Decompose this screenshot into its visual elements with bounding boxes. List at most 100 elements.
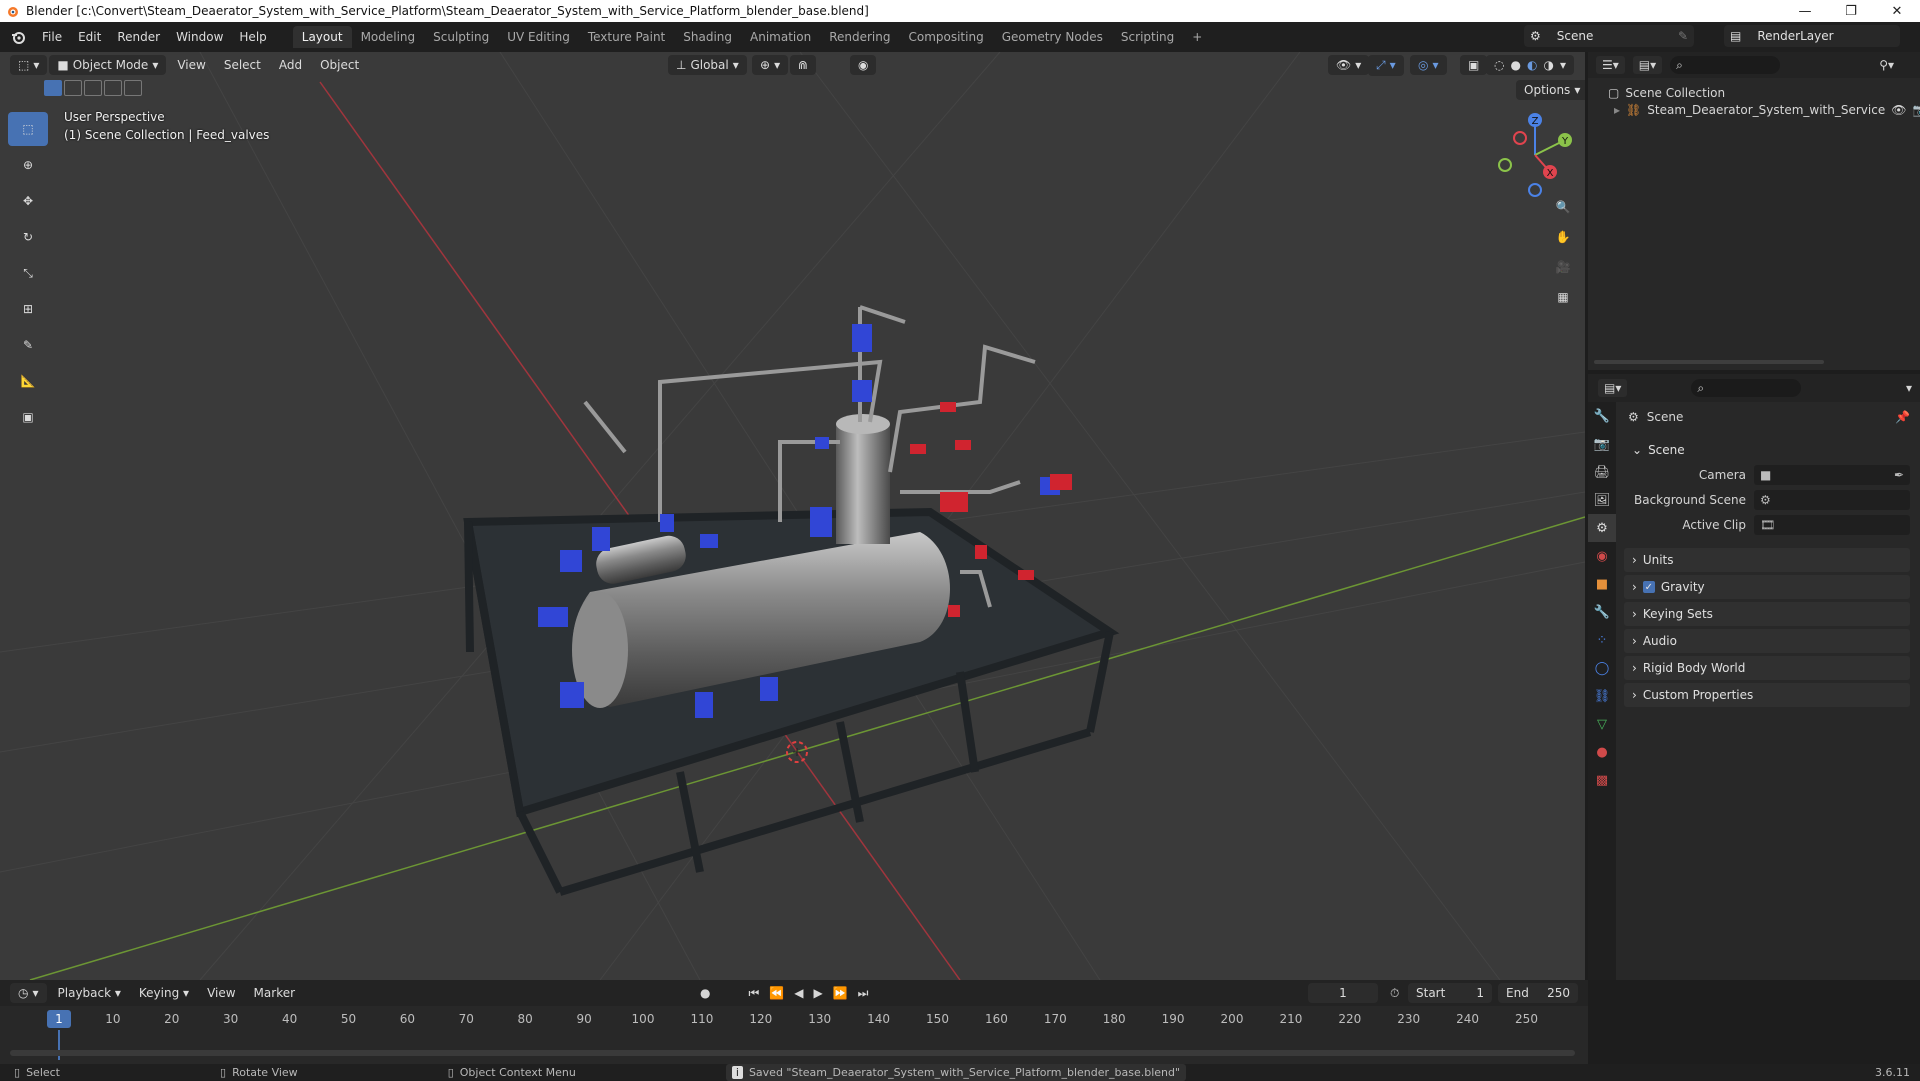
playhead-frame-indicator[interactable]: 1 [47,1010,71,1028]
xray-toggle[interactable]: ▣ [1460,55,1488,75]
viewport-menu-view[interactable]: View [168,58,214,72]
timeline-scrollbar[interactable] [10,1050,1575,1056]
tab-shading[interactable]: Shading [674,26,741,48]
keying-sets-panel[interactable]: › Keying Sets [1624,602,1910,626]
select-box-tool[interactable]: ⬚ [8,112,48,146]
end-frame-field[interactable]: End 250 [1498,983,1578,1003]
camera-view-button[interactable]: 🎥 [1550,254,1576,280]
background-scene-field[interactable]: ⚙ [1754,490,1910,510]
viewport-menu-object[interactable]: Object [311,58,368,72]
select-intersect-icon[interactable] [124,80,142,96]
material-shading-icon[interactable]: ◐ [1527,58,1537,72]
snap-button[interactable]: ⋒ [790,55,817,75]
transform-tool[interactable]: ⊞ [8,292,48,326]
minimize-button[interactable]: — [1782,0,1828,22]
close-button[interactable]: ✕ [1874,0,1920,22]
timeline-menu-keying[interactable]: Keying ▾ [130,986,198,1000]
object-tab-icon[interactable]: ■ [1588,570,1616,598]
view-layer-tab-icon[interactable]: 🖼 [1588,486,1616,514]
texture-tab-icon[interactable]: ▩ [1588,766,1616,794]
zoom-button[interactable]: 🔍 [1550,194,1576,220]
world-tab-icon[interactable]: ◉ [1588,542,1616,570]
outliner-editor-type-button[interactable]: ☰▾ [1596,56,1625,74]
measure-tool[interactable]: 📐 [8,364,48,398]
object-mode-dropdown[interactable]: ■ Object Mode ▾ [49,55,167,75]
gravity-checkbox[interactable]: ✓ [1642,581,1655,593]
add-workspace-button[interactable]: + [1183,26,1211,48]
solid-shading-icon[interactable]: ● [1510,58,1520,72]
modifier-tab-icon[interactable]: 🔧 [1588,598,1616,626]
select-extend-icon[interactable] [64,80,82,96]
camera-render-icon[interactable]: 📷 [1912,103,1920,117]
outliner-search-input[interactable]: ⌕ [1670,56,1781,74]
eyedropper-icon[interactable]: ✒ [1894,468,1904,482]
transform-orientation-dropdown[interactable]: ⊥ Global ▾ [668,55,747,75]
proportional-edit-button[interactable]: ◉ [850,55,877,75]
timeline-ruler[interactable]: 1 10 20 30 40 50 60 70 80 90 100 110 120 130 140 150 16… [0,1010,1588,1030]
wireframe-shading-icon[interactable]: ◌ [1494,58,1504,72]
pin-icon[interactable]: 📌 [1895,410,1910,424]
camera-field[interactable]: ■ ✒ [1754,465,1910,485]
navigation-gizmo[interactable]: Z Y X [1490,110,1580,200]
outliner-scrollbar[interactable] [1594,360,1824,364]
next-keyframe-icon[interactable]: ⏩ [833,986,848,1000]
current-frame-field[interactable]: 1 [1308,983,1378,1003]
menu-render[interactable]: Render [109,30,168,44]
move-tool[interactable]: ✥ [8,184,48,218]
audio-panel[interactable]: › Audio [1624,629,1910,653]
record-icon[interactable]: ● [700,986,710,1000]
menu-file[interactable]: File [34,30,70,44]
outliner-row-scene-collection[interactable]: ▢ Scene Collection [1608,86,1725,100]
physics-tab-icon[interactable]: ◯ [1588,654,1616,682]
timeline-editor-type-button[interactable]: ◷ ▾ [10,983,47,1003]
select-invert-icon[interactable] [104,80,122,96]
select-new-icon[interactable] [44,80,62,96]
shading-modes[interactable]: ◌ ● ◐ ◑ ▾ [1486,55,1574,75]
tab-animation[interactable]: Animation [741,26,820,48]
start-frame-field[interactable]: Start 1 [1408,983,1492,1003]
output-tab-icon[interactable]: 🖨 [1588,458,1616,486]
timeline-menu-marker[interactable]: Marker [245,986,304,1000]
properties-editor-type-button[interactable]: ▤▾ [1598,379,1628,397]
timeline-menu-view[interactable]: View [198,986,244,1000]
3d-viewport[interactable]: ⬚ ▾ ■ Object Mode ▾ View Select Add Object … [0,52,1585,980]
viewport-menu-add[interactable]: Add [270,58,311,72]
particles-tab-icon[interactable]: ⁘ [1588,626,1616,654]
jump-start-icon[interactable]: ⏮ [748,986,759,1001]
tab-uv-editing[interactable]: UV Editing [498,26,579,48]
rigid-body-world-panel[interactable]: › Rigid Body World [1624,656,1910,680]
tab-modeling[interactable]: Modeling [352,26,425,48]
properties-search-input[interactable]: ⌕ [1691,379,1802,397]
menu-window[interactable]: Window [168,30,231,44]
rotate-tool[interactable]: ↻ [8,220,48,254]
scene-section-header[interactable]: ⌄ Scene [1624,438,1910,462]
viewport-menu-select[interactable]: Select [215,58,270,72]
tab-geometry-nodes[interactable]: Geometry Nodes [993,26,1112,48]
constraints-tab-icon[interactable]: ⛓ [1588,682,1616,710]
play-icon[interactable]: ▶ [813,986,822,1000]
timeline-menu-playback[interactable]: Playback ▾ [49,986,130,1000]
add-cube-tool[interactable]: ▣ [8,400,48,434]
tab-layout[interactable]: Layout [292,26,352,48]
expand-arrow-icon[interactable]: ▸ [1614,103,1620,117]
scene-selector[interactable]: ⚙ Scene ✎ [1524,25,1694,47]
jump-end-icon[interactable]: ⏭ [858,986,869,1001]
select-subtract-icon[interactable] [84,80,102,96]
display-mode-button[interactable]: ▤▾ [1632,56,1663,74]
pan-button[interactable]: ✋ [1550,224,1576,250]
menu-edit[interactable]: Edit [70,30,109,44]
tab-scripting[interactable]: Scripting [1112,26,1183,48]
outliner-row-object[interactable]: ▸ ⛓ Steam_Deaerator_System_with_Service … [1614,103,1920,117]
play-reverse-icon[interactable]: ◀ [794,986,803,1000]
units-panel[interactable]: › Units [1624,548,1910,572]
data-tab-icon[interactable]: ▽ [1588,710,1616,738]
prev-keyframe-icon[interactable]: ⏪ [769,986,784,1000]
annotate-tool[interactable]: ✎ [8,328,48,362]
render-tab-icon[interactable]: 📷 [1588,430,1616,458]
scene-pin-icon[interactable]: ✎ [1678,29,1688,43]
overlay-toggle[interactable]: ◎ ▾ [1410,55,1447,75]
options-dropdown[interactable]: Options ▾ [1516,80,1585,100]
renderlayer-selector[interactable]: ▤ RenderLayer [1724,25,1900,47]
chevron-down-icon[interactable]: ▾ [1906,381,1912,395]
rendered-shading-icon[interactable]: ◑ [1543,58,1553,72]
